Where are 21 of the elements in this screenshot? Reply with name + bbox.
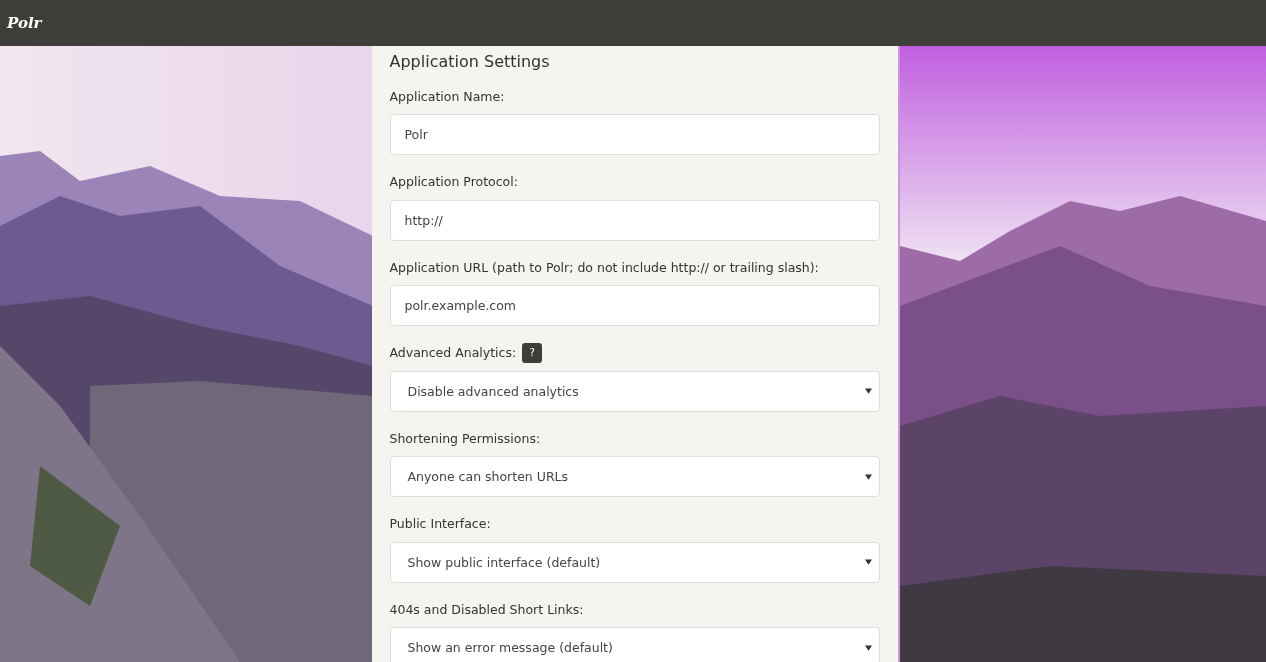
select-dropdown[interactable]: Disable advanced analytics — [389, 370, 880, 412]
caret-icon — [864, 559, 872, 565]
select-dropdown[interactable]: Show an error message (default) — [389, 627, 880, 662]
field-label: 404s and Disabled Short Links: — [389, 601, 584, 617]
brand-logo[interactable]: Polr — [7, 14, 42, 32]
field-label: Advanced Analytics: — [389, 345, 517, 360]
section-title: Application Settings — [389, 51, 551, 73]
input-field[interactable]: Polr — [389, 114, 880, 155]
field-label: Public Interface: — [389, 516, 491, 531]
field-label: Application Name: — [389, 88, 505, 104]
field-label: Application Protocol: — [389, 174, 518, 189]
input-field[interactable]: polr.example.com — [389, 285, 880, 326]
select-dropdown[interactable]: Anyone can shorten URLs — [389, 456, 880, 497]
caret-icon — [864, 388, 872, 394]
field-label: Application URL (path to Polr; do not include http:// or trailing slash): — [389, 259, 819, 275]
field-label: Shortening Permissions: — [389, 430, 541, 446]
caret-icon — [864, 473, 872, 480]
caret-icon — [864, 644, 872, 651]
select-dropdown[interactable]: Show public interface (default) — [389, 541, 880, 583]
input-field[interactable]: http:// — [389, 199, 880, 241]
help-button[interactable]: ? — [522, 342, 543, 363]
